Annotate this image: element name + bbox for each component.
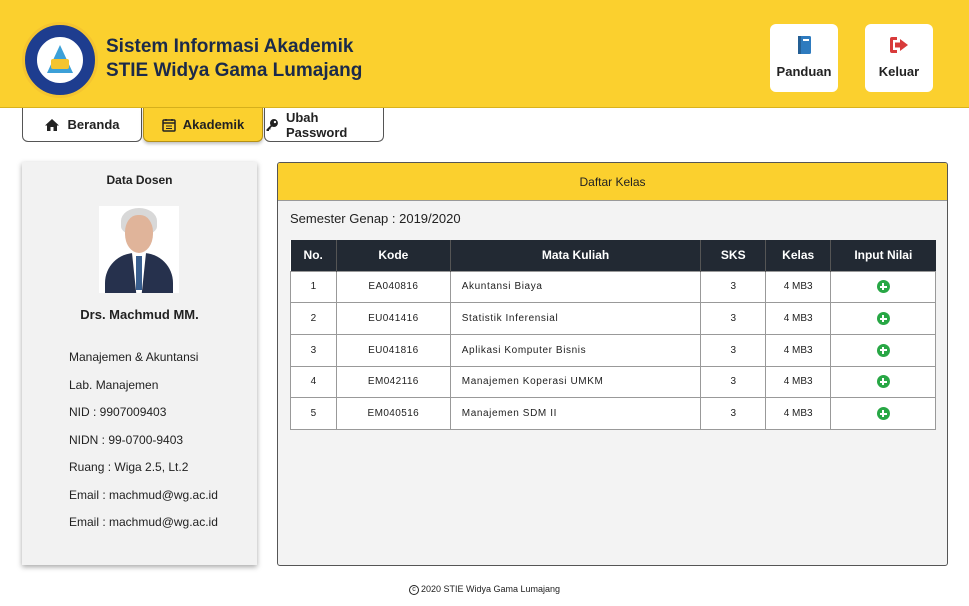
cell-input-nilai	[830, 302, 936, 335]
panduan-label: Panduan	[776, 64, 832, 79]
add-nilai-icon[interactable]	[876, 407, 890, 421]
col-kelas: Kelas	[765, 240, 832, 271]
lecturer-lab: Lab. Manajemen	[69, 378, 159, 392]
cell-input-nilai	[830, 270, 936, 304]
cell-kelas: 4 MB3	[765, 397, 832, 430]
cell-kode: EU041816	[335, 333, 451, 367]
cell-mata-kuliah: Manajemen SDM II	[449, 397, 702, 430]
lecturer-email-2: Email : machmud@wg.ac.id	[69, 515, 218, 529]
lecturer-name: Drs. Machmud MM.	[80, 307, 199, 322]
app-title-line2: STIE Widya Gama Lumajang	[106, 60, 363, 81]
daftar-kelas-panel: Daftar Kelas Semester Genap : 2019/2020 …	[277, 162, 948, 566]
cell-input-nilai	[830, 397, 936, 430]
tab-akademik[interactable]: Akademik	[143, 108, 263, 142]
table-row: 2 EU041416 Statistik Inferensial 3 4 MB3	[290, 302, 936, 335]
cell-kode: EA040816	[335, 270, 451, 304]
add-nilai-icon[interactable]	[876, 343, 890, 357]
lecturer-room: Ruang : Wiga 2.5, Lt.2	[69, 460, 189, 474]
book-icon	[798, 36, 811, 54]
cell-mata-kuliah: Aplikasi Komputer Bisnis	[449, 333, 702, 367]
col-no: No.	[290, 240, 337, 271]
cell-sks: 3	[700, 270, 767, 304]
app-header: Sistem Informasi Akademik STIE Widya Gam…	[0, 0, 969, 108]
tab-ubah-password[interactable]: Ubah Password	[264, 108, 384, 142]
add-nilai-icon[interactable]	[876, 375, 890, 389]
cell-no: 1	[290, 270, 337, 304]
data-dosen-card: Data Dosen Drs. Machmud MM. Manajemen & …	[22, 162, 257, 565]
cell-sks: 3	[700, 365, 767, 399]
college-logo	[22, 22, 98, 98]
cell-mata-kuliah: Manajemen Koperasi UMKM	[449, 365, 702, 399]
cell-sks: 3	[700, 397, 767, 430]
cell-input-nilai	[830, 333, 936, 367]
col-sks: SKS	[700, 240, 767, 271]
add-nilai-icon[interactable]	[876, 280, 890, 294]
kelas-table: No. Kode Mata Kuliah SKS Kelas Input Nil…	[290, 240, 936, 430]
tab-akademik-label: Akademik	[182, 117, 245, 132]
cell-kelas: 4 MB3	[765, 270, 832, 304]
footer-text: 2020 STIE Widya Gama Lumajang	[420, 584, 561, 594]
key-icon	[266, 118, 278, 131]
cell-mata-kuliah: Statistik Inferensial	[449, 302, 702, 335]
keluar-label: Keluar	[878, 64, 920, 79]
cell-input-nilai	[830, 365, 936, 399]
lecturer-nid: NID : 9907009403	[69, 405, 167, 419]
cell-no: 3	[290, 333, 337, 367]
app-title: Sistem Informasi Akademik STIE Widya Gam…	[106, 35, 362, 83]
table-row: 1 EA040816 Akuntansi Biaya 3 4 MB3	[290, 270, 936, 304]
cell-no: 5	[290, 397, 337, 430]
data-dosen-title: Data Dosen	[106, 173, 173, 187]
sign-out-icon	[890, 37, 908, 53]
cell-sks: 3	[700, 302, 767, 335]
daftar-kelas-title: Daftar Kelas	[278, 163, 947, 201]
cell-kode: EM042116	[335, 365, 451, 399]
tab-ubah-password-label: Ubah Password	[285, 109, 348, 140]
cell-no: 4	[290, 365, 337, 399]
home-icon	[45, 118, 60, 131]
calendar-icon	[162, 118, 176, 132]
footer: c 2020 STIE Widya Gama Lumajang	[0, 584, 969, 595]
tab-beranda-label: Beranda	[67, 117, 120, 132]
col-input-nilai: Input Nilai	[830, 240, 936, 271]
panduan-button[interactable]: Panduan	[770, 24, 838, 92]
lecturer-department: Manajemen & Akuntansi	[69, 350, 199, 364]
cell-sks: 3	[700, 333, 767, 367]
lecturer-email: Email : machmud@wg.ac.id	[69, 488, 218, 502]
add-nilai-icon[interactable]	[876, 312, 890, 326]
cell-kode: EU041416	[335, 302, 451, 335]
cell-mata-kuliah: Akuntansi Biaya	[449, 270, 702, 304]
lecturer-nidn: NIDN : 99-0700-9403	[69, 433, 184, 447]
cell-kelas: 4 MB3	[765, 365, 832, 399]
app-title-line1: Sistem Informasi Akademik	[106, 36, 354, 57]
table-header-row: No. Kode Mata Kuliah SKS Kelas Input Nil…	[290, 240, 936, 271]
col-mata-kuliah: Mata Kuliah	[450, 240, 702, 271]
table-row: 4 EM042116 Manajemen Koperasi UMKM 3 4 M…	[290, 365, 936, 399]
cell-kelas: 4 MB3	[765, 333, 832, 367]
col-kode: Kode	[336, 240, 451, 271]
cell-kelas: 4 MB3	[765, 302, 832, 335]
semester-label: Semester Genap : 2019/2020	[290, 211, 461, 226]
copyright-icon: c	[408, 584, 419, 595]
lecturer-photo	[99, 206, 179, 293]
cell-kode: EM040516	[335, 397, 451, 430]
cell-no: 2	[290, 302, 337, 335]
table-row: 3 EU041816 Aplikasi Komputer Bisnis 3 4 …	[290, 333, 936, 367]
table-row: 5 EM040516 Manajemen SDM II 3 4 MB3	[290, 397, 936, 430]
tab-beranda[interactable]: Beranda	[22, 108, 142, 142]
keluar-button[interactable]: Keluar	[865, 24, 933, 92]
